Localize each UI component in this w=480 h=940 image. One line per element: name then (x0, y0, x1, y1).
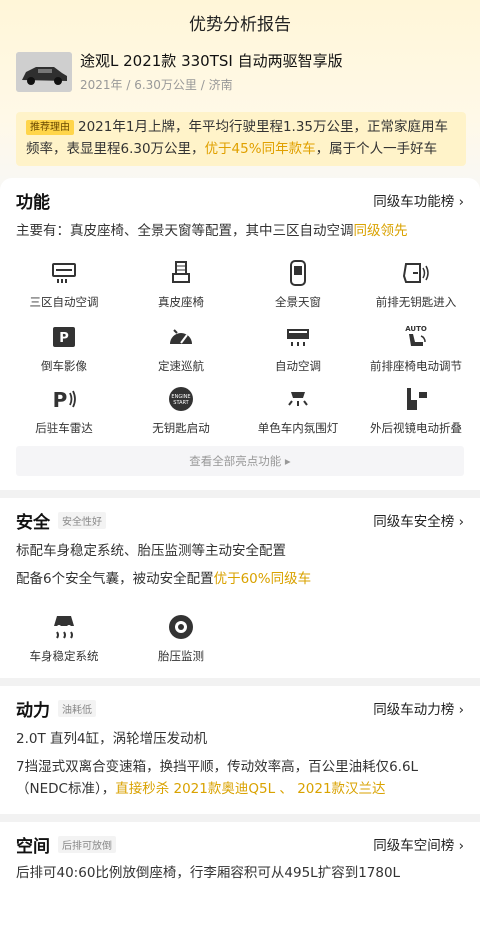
feature-label: 全景天窗 (275, 295, 321, 309)
feature-parking-camera[interactable]: P 倒车影像 (4, 322, 124, 374)
feature-cruise[interactable]: 定速巡航 (121, 322, 241, 374)
feature-label: 自动空调 (275, 359, 321, 373)
space-rank-link[interactable]: 同级车空间榜 › (373, 834, 464, 854)
feature-auto-ac[interactable]: 自动空调 (238, 322, 358, 374)
feature-label: 定速巡航 (158, 359, 204, 373)
feature-ambient-light[interactable]: 单色车内氛围灯 (238, 384, 358, 436)
mirror-fold-icon (407, 388, 427, 410)
feature-tire-pressure[interactable]: 胎压监测 (121, 612, 241, 664)
feature-stability-control[interactable]: 车身稳定系统 (4, 612, 124, 664)
divider (0, 814, 480, 822)
power-title-text: 动力 (16, 701, 50, 721)
svg-text:P: P (53, 388, 68, 412)
safety-rank-link[interactable]: 同级车安全榜 › (373, 510, 464, 530)
feature-power-seat[interactable]: AUTO 前排座椅电动调节 (356, 322, 476, 374)
feature-seat[interactable]: 真皮座椅 (121, 258, 241, 310)
power-title: 动力 油耗低 (16, 696, 96, 721)
feature-label: 外后视镜电动折叠 (370, 421, 462, 435)
feature-keyless-entry[interactable]: 前排无钥匙进入 (356, 258, 476, 310)
car-summary[interactable]: 途观L 2021款 330TSI 自动两驱智享版 2021年 / 6.30万公里… (16, 48, 466, 98)
car-thumbnail (16, 52, 72, 92)
car-meta: 2021年 / 6.30万公里 / 济南 (80, 78, 233, 92)
car-name: 途观L 2021款 330TSI 自动两驱智享版 (80, 52, 343, 70)
function-desc-highlight: 同级领先 (353, 223, 408, 239)
safety-line1: 标配车身稳定系统、胎压监测等主动安全配置 (16, 543, 286, 559)
safety-line2-text: 配备6个安全气囊，被动安全配置 (16, 571, 214, 587)
feature-label: 胎压监测 (158, 649, 204, 663)
safety-title: 安全 安全性好 (16, 508, 106, 533)
recommend-highlight: 优于45%同年款车 (204, 141, 316, 157)
space-card: 空间 后排可放倒 同级车空间榜 › 后排可40:60比例放倒座椅，行李厢容积可从4… (0, 822, 480, 940)
power-line2: 7挡湿式双离合变速箱，换挡平顺，传动效率高，百公里油耗仅6.6L（NEDC标准）… (16, 756, 466, 800)
safety-title-text: 安全 (16, 513, 50, 533)
recommend-tag: 推荐理由 (26, 120, 74, 135)
function-title: 功能 (16, 193, 50, 213)
feature-climate[interactable]: 三区自动空调 (4, 258, 124, 310)
power-badge: 油耗低 (58, 700, 96, 717)
feature-start-stop[interactable]: ENGINE START 无钥匙启动 (121, 384, 241, 436)
feature-label: 前排无钥匙进入 (375, 295, 457, 309)
stability-control-icon (54, 616, 74, 639)
feature-label: 单色车内氛围灯 (257, 421, 339, 435)
feature-sunroof[interactable]: 全景天窗 (238, 258, 358, 310)
auto-ac-icon (287, 329, 309, 346)
feature-label: 前排座椅电动调节 (370, 359, 462, 373)
feature-label: 真皮座椅 (158, 295, 204, 309)
parking-radar-icon: P (53, 388, 76, 412)
function-rank-link[interactable]: 同级车功能榜 › (373, 190, 464, 210)
power-rank-link[interactable]: 同级车动力榜 › (373, 698, 464, 718)
compare-link-highlander[interactable]: 2021款汉兰达 (297, 781, 385, 797)
feature-mirror-fold[interactable]: 外后视镜电动折叠 (356, 384, 476, 436)
function-desc: 主要有：真皮座椅、全景天窗等配置，其中三区自动空调同级领先 (16, 220, 408, 242)
climate-icon (52, 263, 76, 283)
page: 优势分析报告 途观L 2021款 330TSI 自动两驱智享版 2021年 / … (0, 0, 480, 940)
seat-icon (172, 261, 190, 283)
start-stop-icon: ENGINESTART (169, 387, 193, 411)
parking-camera-icon: P (53, 327, 75, 347)
cruise-control-icon (170, 329, 192, 344)
divider (0, 678, 480, 686)
safety-line2-highlight: 优于60%同级车 (213, 571, 312, 587)
svg-text:P: P (59, 331, 69, 346)
tire-pressure-icon (169, 615, 193, 639)
recommend-reason: 推荐理由 2021年1月上牌，年平均行驶里程1.35万公里，正常家庭用车频率，表显… (16, 112, 466, 166)
sunroof-icon (290, 260, 306, 286)
safety-line2: 配备6个安全气囊，被动安全配置优于60%同级车 (16, 568, 311, 590)
compare-separator: 、 (275, 781, 298, 797)
page-title: 优势分析报告 (189, 15, 291, 35)
svg-text:START: START (173, 400, 189, 406)
ambient-light-icon (288, 392, 308, 406)
space-title: 空间 后排可放倒 (16, 832, 116, 857)
keyless-entry-icon (402, 263, 429, 283)
recommend-text-end: ，属于个人一手好车 (315, 141, 438, 157)
space-title-text: 空间 (16, 837, 50, 857)
feature-parking-radar[interactable]: P 后驻车雷达 (4, 384, 124, 436)
show-all-features-button[interactable]: 查看全部亮点功能 ▸ (16, 446, 464, 476)
safety-badge: 安全性好 (58, 512, 106, 529)
feature-label: 无钥匙启动 (152, 421, 210, 435)
space-badge: 后排可放倒 (58, 836, 116, 853)
power-seat-icon: AUTO (405, 325, 427, 346)
svg-text:AUTO: AUTO (405, 325, 427, 333)
power-card: 动力 油耗低 同级车动力榜 › 2.0T 直列4缸，涡轮增压发动机 7挡湿式双离合… (0, 686, 480, 814)
feature-label: 后驻车雷达 (35, 421, 93, 435)
feature-label: 三区自动空调 (29, 295, 99, 309)
divider (0, 490, 480, 498)
power-line1: 2.0T 直列4缸，涡轮增压发动机 (16, 731, 208, 747)
feature-label: 倒车影像 (41, 359, 87, 373)
safety-card: 安全 安全性好 同级车安全榜 › 标配车身稳定系统、胎压监测等主动安全配置 配备6… (0, 498, 480, 678)
space-line1: 后排可40:60比例放倒座椅，行李厢容积可从495L扩容到1780L (16, 865, 401, 881)
function-desc-text: 主要有：真皮座椅、全景天窗等配置，其中三区自动空调 (16, 223, 354, 239)
compare-link-audi[interactable]: 直接秒杀 2021款奥迪Q5L (115, 781, 275, 797)
feature-label: 车身稳定系统 (29, 649, 99, 663)
